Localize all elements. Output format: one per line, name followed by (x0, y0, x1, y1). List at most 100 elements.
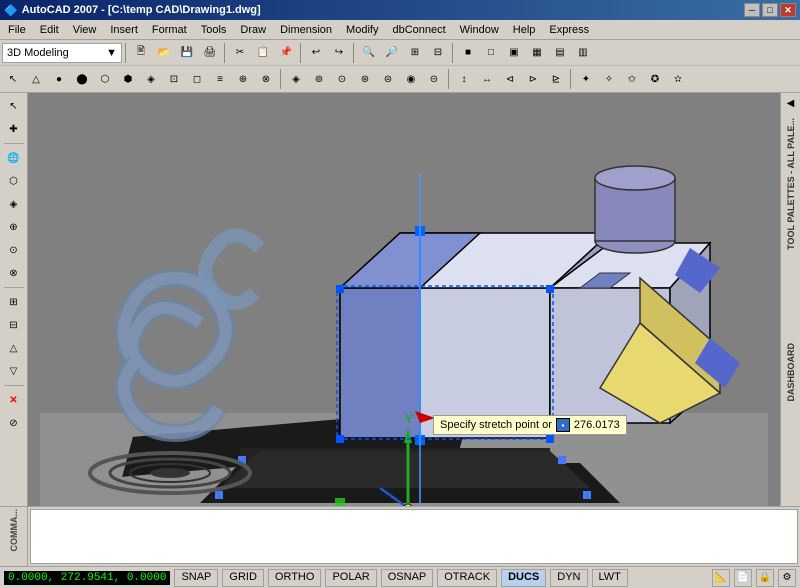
menu-window[interactable]: Window (454, 22, 505, 38)
tb2-btn-20[interactable]: ↕ (453, 68, 475, 90)
menu-edit[interactable]: Edit (34, 22, 65, 38)
toolbar-separator (125, 43, 127, 63)
tb-btn-2[interactable]: 📂 (153, 42, 175, 64)
lt-btn-12[interactable]: ▽ (3, 360, 25, 382)
dashboard-label[interactable]: DASHBOARD (786, 343, 796, 402)
app-icon: 🔷 (4, 4, 18, 17)
tb-btn-10[interactable]: 🔍 (358, 42, 380, 64)
lt-btn-11[interactable]: △ (3, 337, 25, 359)
status-bar: 0.0000, 272.9541, 0.0000 SNAP GRID ORTHO… (0, 566, 800, 588)
menu-modify[interactable]: Modify (340, 22, 384, 38)
command-text-area[interactable] (30, 509, 798, 564)
lt-btn-5[interactable]: ◈ (3, 193, 25, 215)
tb2-btn-5[interactable]: ⬡ (94, 68, 116, 90)
lt-btn-4[interactable]: ⬡ (3, 170, 25, 192)
tooltip-text: Specify stretch point or (440, 419, 552, 431)
tb-btn-7[interactable]: 📌 (275, 42, 297, 64)
stretch-tooltip: Specify stretch point or ▪ 276.0173 (433, 415, 627, 435)
tb-btn-19[interactable]: ▥ (572, 42, 594, 64)
lt-btn-14[interactable]: ⊘ (3, 412, 25, 434)
tb2-btn-3[interactable]: ● (48, 68, 70, 90)
tb-btn-18[interactable]: ▤ (549, 42, 571, 64)
tb2-btn-22[interactable]: ⊲ (499, 68, 521, 90)
tool-palettes-label[interactable]: TOOL PALETTES - ALL PALE... (786, 118, 796, 250)
tb2-btn-18[interactable]: ◉ (400, 68, 422, 90)
toolbar-row-1: 3D Modeling ▼ 🖹 📂 💾 🖨 ✂ 📋 📌 ↩ ↪ 🔍 🔎 ⊞ ⊟ … (0, 40, 800, 66)
workspace: ↖ ✚ 🌐 ⬡ ◈ ⊕ ⊙ ⊗ ⊞ ⊟ △ ▽ ✕ ⊘ (0, 93, 800, 506)
tb2-btn-26[interactable]: ✧ (598, 68, 620, 90)
menu-tools[interactable]: Tools (195, 22, 233, 38)
lt-btn-3[interactable]: 🌐 (3, 147, 25, 169)
tb-btn-1[interactable]: 🖹 (130, 42, 152, 64)
tooltip-value: 276.0173 (574, 419, 620, 431)
lt-btn-9[interactable]: ⊞ (3, 291, 25, 313)
tb-btn-17[interactable]: ▦ (526, 42, 548, 64)
command-panel-label: COMMA... (0, 507, 28, 566)
lt-btn-8[interactable]: ⊗ (3, 262, 25, 284)
tb2-btn-17[interactable]: ⊜ (377, 68, 399, 90)
menu-file[interactable]: File (2, 22, 32, 38)
menu-view[interactable]: View (67, 22, 103, 38)
close-button[interactable]: ✕ (780, 3, 796, 17)
tb2-btn-15[interactable]: ⊙ (331, 68, 353, 90)
command-label-text: COMMA... (9, 509, 19, 552)
lt-btn-7[interactable]: ⊙ (3, 239, 25, 261)
tb2-btn-6[interactable]: ⬢ (117, 68, 139, 90)
menu-express[interactable]: Express (543, 22, 595, 38)
tb2-btn-8[interactable]: ⊡ (163, 68, 185, 90)
tb-btn-11[interactable]: 🔎 (381, 42, 403, 64)
menu-insert[interactable]: Insert (104, 22, 144, 38)
tb2-btn-29[interactable]: ✫ (667, 68, 689, 90)
tb-btn-14[interactable]: ■ (457, 42, 479, 64)
tb-btn-6[interactable]: 📋 (252, 42, 274, 64)
menu-draw[interactable]: Draw (234, 22, 272, 38)
tb-btn-13[interactable]: ⊟ (427, 42, 449, 64)
tb-btn-16[interactable]: ▣ (503, 42, 525, 64)
tb2-btn-9[interactable]: ◻ (186, 68, 208, 90)
tb2-btn-21[interactable]: ↔ (476, 68, 498, 90)
menu-bar: File Edit View Insert Format Tools Draw … (0, 20, 800, 40)
menu-dimension[interactable]: Dimension (274, 22, 338, 38)
lt-btn-2[interactable]: ✚ (3, 118, 25, 140)
toolbar-separator-3 (300, 43, 302, 63)
lt-select-tool[interactable]: ↖ (3, 95, 25, 117)
toolbar-separator-2 (224, 43, 226, 63)
tb2-btn-27[interactable]: ✩ (621, 68, 643, 90)
workspace-combo[interactable]: 3D Modeling ▼ (2, 43, 122, 63)
menu-help[interactable]: Help (507, 22, 542, 38)
tb-btn-8[interactable]: ↩ (305, 42, 327, 64)
tb2-btn-23[interactable]: ⊳ (522, 68, 544, 90)
tb2-btn-4[interactable]: ⬤ (71, 68, 93, 90)
tb2-btn-25[interactable]: ✦ (575, 68, 597, 90)
lt-btn-13[interactable]: ✕ (3, 389, 25, 411)
lt-btn-6[interactable]: ⊕ (3, 216, 25, 238)
tb-btn-3[interactable]: 💾 (176, 42, 198, 64)
tb2-btn-24[interactable]: ⊵ (545, 68, 567, 90)
maximize-button[interactable]: □ (762, 3, 778, 17)
tb2-btn-7[interactable]: ◈ (140, 68, 162, 90)
minimize-button[interactable]: ─ (744, 3, 760, 17)
tb2-btn-28[interactable]: ✪ (644, 68, 666, 90)
tb-btn-15[interactable]: □ (480, 42, 502, 64)
menu-dbconnect[interactable]: dbConnect (386, 22, 451, 38)
menu-format[interactable]: Format (146, 22, 193, 38)
right-panel: ◀ TOOL PALETTES - ALL PALE... DASHBOARD (780, 93, 800, 506)
tb-btn-5[interactable]: ✂ (229, 42, 251, 64)
tb2-btn-1[interactable]: ↖ (2, 68, 24, 90)
tb2-btn-11[interactable]: ⊕ (232, 68, 254, 90)
tb2-btn-14[interactable]: ⊚ (308, 68, 330, 90)
right-panel-arrow-btn[interactable]: ◀ (783, 95, 799, 111)
title-text: AutoCAD 2007 - [C:\temp CAD\Drawing1.dwg… (22, 4, 261, 16)
tb2-btn-2[interactable]: △ (25, 68, 47, 90)
tb-btn-12[interactable]: ⊞ (404, 42, 426, 64)
tb2-btn-16[interactable]: ⊛ (354, 68, 376, 90)
tb2-btn-19[interactable]: ⊝ (423, 68, 445, 90)
tb-btn-4[interactable]: 🖨 (199, 42, 221, 64)
lt-btn-10[interactable]: ⊟ (3, 314, 25, 336)
tb2-btn-13[interactable]: ◈ (285, 68, 307, 90)
tb2-btn-12[interactable]: ⊗ (255, 68, 277, 90)
svg-text:Y: Y (405, 412, 413, 426)
tb2-btn-10[interactable]: ≡ (209, 68, 231, 90)
canvas-area[interactable]: X Y Specify stretch point or ▪ 276.0173 (28, 93, 780, 506)
tb-btn-9[interactable]: ↪ (328, 42, 350, 64)
